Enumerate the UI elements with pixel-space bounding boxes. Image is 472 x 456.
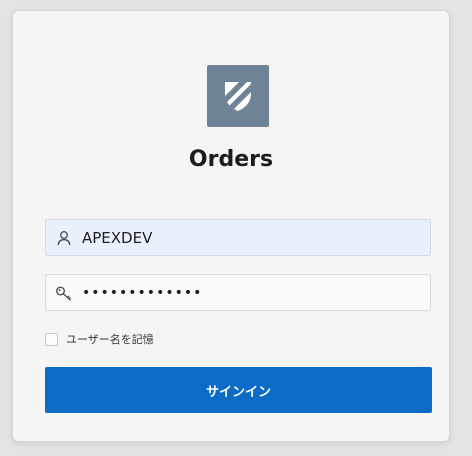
password-input[interactable] <box>82 275 412 310</box>
key-icon <box>46 275 82 310</box>
login-card: Orders ユーザー名を記憶 サインイン <box>12 10 450 442</box>
password-field[interactable] <box>45 274 431 311</box>
user-icon <box>46 220 82 255</box>
remember-label: ユーザー名を記憶 <box>66 333 154 346</box>
shield-icon <box>225 82 251 111</box>
username-input[interactable] <box>82 220 412 255</box>
remember-checkbox[interactable] <box>45 332 58 346</box>
app-title: Orders <box>188 147 274 172</box>
username-field[interactable] <box>45 219 431 256</box>
remember-username[interactable]: ユーザー名を記憶 <box>45 331 154 347</box>
signin-button[interactable]: サインイン <box>45 367 432 413</box>
app-logo <box>207 65 269 127</box>
